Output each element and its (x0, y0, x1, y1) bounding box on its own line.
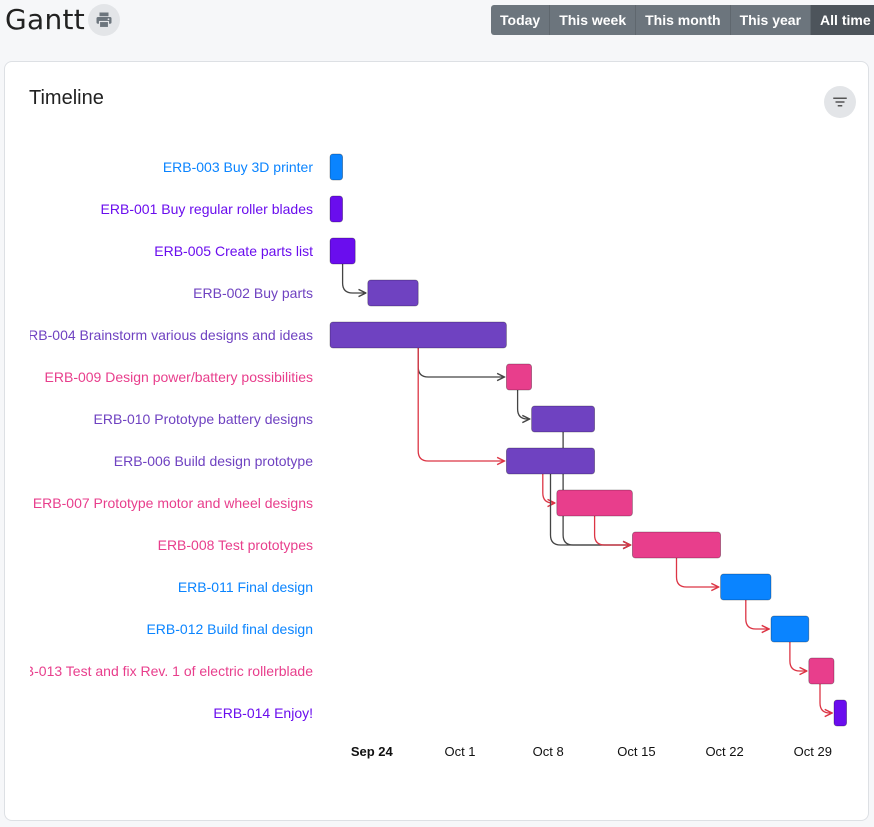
bar-layer (329, 153, 848, 727)
task-bar[interactable] (367, 279, 419, 307)
task-bar[interactable] (833, 699, 848, 727)
axis-tick-label: Oct 22 (705, 744, 743, 759)
page-title: Gantt (5, 3, 86, 36)
axis-tick-label: Oct 29 (794, 744, 832, 759)
task-bar[interactable] (329, 195, 344, 223)
task-bar[interactable] (556, 489, 633, 517)
dependency-arrow (819, 684, 832, 713)
print-button[interactable] (88, 4, 120, 36)
dependency-arrow (675, 558, 719, 587)
axis-tick-label: Sep 24 (351, 744, 394, 759)
task-bar[interactable] (329, 321, 507, 349)
axis-tick-label: Oct 15 (617, 744, 655, 759)
dependency-arrow (542, 474, 555, 503)
range-this-week-button[interactable]: This week (550, 5, 637, 35)
range-this-year-button[interactable]: This year (730, 5, 812, 35)
axis-layer: Sep 24 Oct 1 Oct 8 Oct 15 Oct 22 Oct 29 (351, 744, 832, 759)
task-bar[interactable] (329, 153, 344, 181)
task-bar[interactable] (770, 615, 810, 643)
range-this-month-button[interactable]: This month (636, 5, 731, 35)
dependency-arrow (341, 264, 366, 293)
axis-tick-label: Oct 1 (444, 744, 475, 759)
task-bar[interactable] (505, 363, 532, 391)
dependency-arrow (745, 600, 769, 629)
gantt-chart: Sep 24 Oct 1 Oct 8 Oct 15 Oct 22 Oct 29 (329, 153, 848, 759)
top-bar: Gantt Today This week This month This ye… (0, 0, 874, 44)
axis-tick-label: Oct 8 (533, 744, 564, 759)
dependency-arrow (593, 516, 631, 545)
dependency-arrow (516, 390, 530, 419)
dependency-arrow (789, 642, 807, 671)
dependency-arrow (417, 348, 504, 461)
task-bar[interactable] (808, 657, 835, 685)
date-range-group: Today This week This month This year All… (491, 5, 874, 35)
timeline-card: Timeline ERB-003 Buy 3D printer ERB-001 B… (4, 61, 869, 821)
task-bar[interactable] (720, 573, 772, 601)
dependency-arrow (417, 348, 504, 377)
task-bar[interactable] (531, 405, 595, 433)
range-all-time-button[interactable]: All time (811, 5, 874, 35)
task-bar[interactable] (329, 237, 356, 265)
printer-icon (96, 12, 112, 29)
task-bar[interactable] (505, 447, 595, 475)
task-bar[interactable] (632, 531, 722, 559)
range-today-button[interactable]: Today (491, 5, 551, 35)
